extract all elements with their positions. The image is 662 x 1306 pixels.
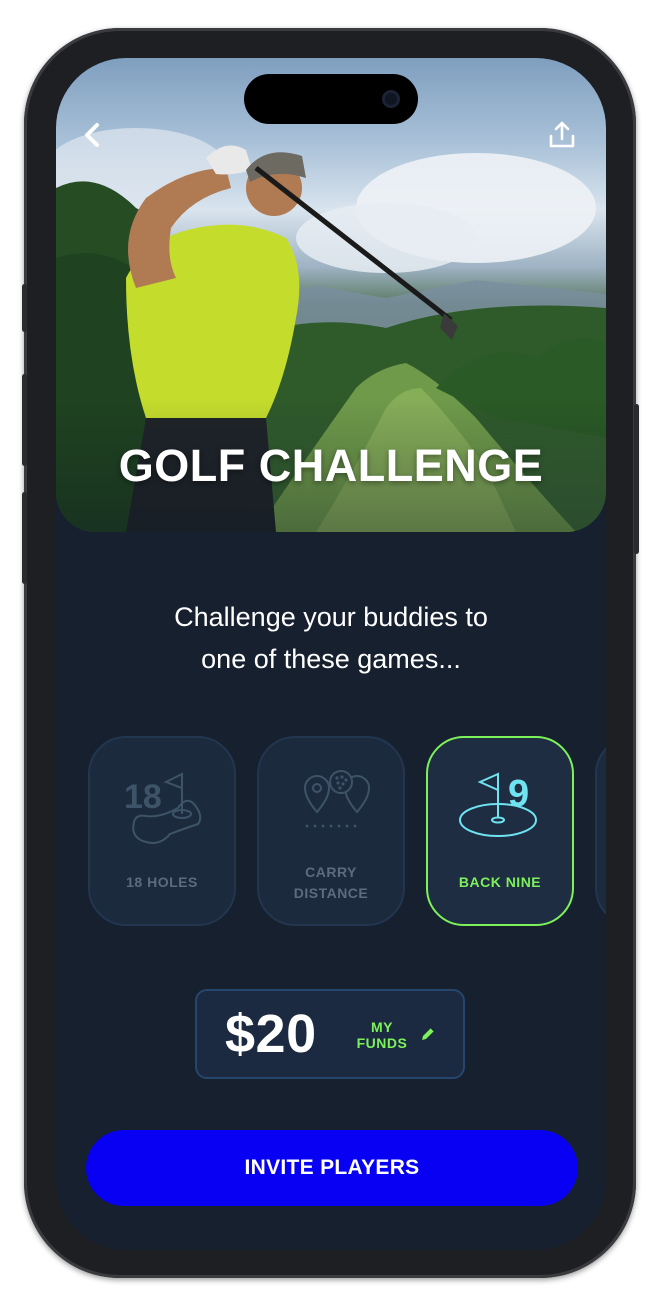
invite-players-button[interactable]: INVITE PLAYERS [86,1130,578,1206]
power-button [634,404,639,554]
game-label-line-2: DISTANCE [293,885,369,901]
intro-line-2: one of these games... [201,644,461,674]
back-button[interactable] [82,122,110,150]
game-label: CARRY DISTANCE [259,862,403,904]
volume-down-button [22,492,27,584]
funds-label-line-2: FUNDS [356,1035,408,1051]
volume-up-button [22,374,27,466]
intro-text: Challenge your buddies to one of these g… [116,596,546,680]
18-holes-icon: 18 [124,772,202,844]
funds-amount: $20 [225,1004,317,1064]
carry-distance-icon [303,770,371,828]
game-card-next[interactable] [595,736,606,926]
back-nine-number: 9 [508,773,529,815]
chevron-left-icon [85,123,99,147]
funds-label: MY FUNDS [353,1019,411,1051]
hero-image: GOLF CHALLENGE [56,58,606,532]
game-label: 18 HOLES [126,874,198,890]
funds-selector[interactable]: $20 MY FUNDS [195,989,465,1079]
share-button[interactable] [548,120,578,150]
dynamic-island [244,74,418,124]
game-card-18-holes[interactable]: 18 18 HOLES [88,736,236,926]
page-title: GOLF CHALLENGE [118,440,544,491]
game-carousel[interactable]: 18 18 HOLES CARRY DISTANCE 9 BACK NINE [56,736,606,930]
share-icon [549,121,575,148]
intro-line-1: Challenge your buddies to [174,602,488,632]
back-nine-icon: 9 [459,772,537,837]
front-camera [382,90,400,108]
18-holes-number: 18 [124,778,162,816]
action-button [22,284,27,332]
game-card-back-nine[interactable]: 9 BACK NINE [426,736,574,926]
pencil-icon[interactable] [419,1025,437,1043]
game-label: BACK NINE [458,874,542,890]
funds-label-line-1: MY [371,1019,393,1035]
game-card-carry-distance[interactable]: CARRY DISTANCE [257,736,405,926]
game-label-line-1: CARRY [305,864,357,880]
app-screen: GOLF CHALLENGE Challenge your buddies to… [56,58,606,1250]
